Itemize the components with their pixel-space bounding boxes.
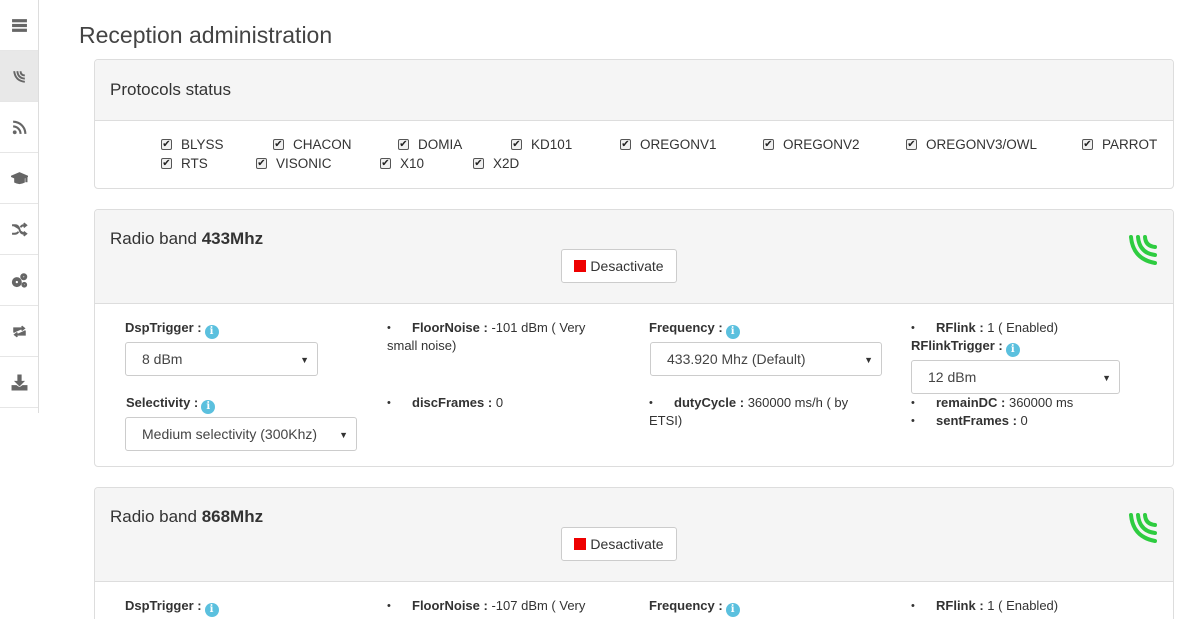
deactivate-433-button[interactable]: Desactivate [561,249,677,283]
info-icon[interactable]: i [201,400,216,414]
check-icon[interactable]: ✔ [161,139,172,150]
frequency-label: Frequency :i [649,320,740,339]
remaindc-item: • remainDC : 360000 ms [911,395,1074,410]
dutycycle-item: • dutyCycle : 360000 ms/h ( by ETSI) [649,395,849,428]
frequency-select[interactable]: 433.920 Mhz (Default) ▼ [650,342,882,376]
protocol-checkbox-rts[interactable]: ✔ RTS [161,156,208,171]
sidebar-item-reception[interactable] [0,51,38,102]
floornoise-item: • FloorNoise : -107 dBm ( Very [387,598,586,613]
radio-band-433-panel: Radio band 433Mhz Desactivate DspTrigger… [94,209,1174,467]
caret-down-icon: ▼ [864,355,873,365]
sidebar-item-retweet[interactable] [0,306,38,357]
check-icon[interactable]: ✔ [380,158,391,169]
sidebar-item-download[interactable] [0,357,38,408]
protocol-checkbox-kd101[interactable]: ✔ KD101 [511,137,572,152]
protocol-checkbox-domia[interactable]: ✔ DOMIA [398,137,462,152]
discframes-item: • discFrames : 0 [387,395,504,410]
page-title: Reception administration [79,22,333,48]
protocols-panel-header: Protocols status [95,60,1173,121]
rflink-item: • RFlink : 1 ( Enabled) [911,320,1059,335]
info-icon[interactable]: i [204,603,219,617]
protocol-checkbox-oregonv3-owl[interactable]: ✔ OREGONV3/OWL [906,137,1037,152]
wireless-icon [12,70,25,83]
wireless-signal-icon [1129,513,1157,543]
protocol-checkbox-x10[interactable]: ✔ X10 [380,156,424,171]
sidebar-item-settings[interactable] [0,255,38,306]
info-icon[interactable]: i [204,325,219,339]
dsptrigger-select[interactable]: 8 dBm ▼ [125,342,318,376]
selectivity-select[interactable]: Medium selectivity (300Khz) ▼ [125,417,357,451]
stop-icon [574,538,587,550]
protocol-checkbox-oregonv1[interactable]: ✔ OREGONV1 [620,137,717,152]
protocol-checkbox-visonic[interactable]: ✔ VISONIC [256,156,332,171]
retweet-icon [12,325,26,337]
protocol-checkbox-parrot[interactable]: ✔ PARROT [1082,137,1157,152]
deactivate-868-button[interactable]: Desactivate [561,527,677,561]
stop-icon [574,260,587,272]
floornoise-item: • FloorNoise : -101 dBm ( Very small noise… [387,320,586,353]
protocols-title: Protocols status [110,80,231,99]
dsptrigger-label: DspTrigger :i [125,320,219,339]
sidebar-item-rss[interactable] [0,102,38,153]
check-icon[interactable]: ✔ [273,139,284,150]
sidebar-item-server[interactable] [0,0,38,51]
graduation-cap-icon [10,171,28,184]
check-icon[interactable]: ✔ [1082,139,1093,150]
check-icon[interactable]: ✔ [256,158,267,169]
caret-down-icon: ▼ [300,355,309,365]
radio-band-868-header: Radio band 868Mhz Desactivate [95,488,1173,582]
selectivity-label: Selectivity :i [126,395,216,414]
caret-down-icon: ▼ [1102,373,1111,383]
radio-band-868-title: Radio band 868Mhz [110,507,264,526]
protocols-panel: Protocols status ✔ BLYSS ✔ CHACON ✔ DOMIA ✔… [94,59,1174,189]
sidebar-item-education[interactable] [0,153,38,204]
frequency-label: Frequency :i [649,598,740,617]
protocol-checkbox-chacon[interactable]: ✔ CHACON [273,137,352,152]
rflink-item: • RFlink : 1 ( Enabled) [911,598,1059,613]
protocol-checkbox-x2d[interactable]: ✔ X2D [473,156,519,171]
radio-band-433-header: Radio band 433Mhz Desactivate [95,210,1173,304]
sentframes-item: • sentFrames : 0 [911,413,1028,428]
info-icon[interactable]: i [1005,343,1020,357]
server-icon [11,18,27,32]
protocol-checkbox-blyss[interactable]: ✔ BLYSS [161,137,224,152]
protocol-checkbox-oregonv2[interactable]: ✔ OREGONV2 [763,137,860,152]
radio-band-433-title: Radio band 433Mhz [110,229,264,248]
rflinktrigger-select[interactable]: 12 dBm ▼ [911,360,1120,394]
check-icon[interactable]: ✔ [398,139,409,150]
sidebar [0,0,39,413]
rflinktrigger-label: RFlinkTrigger :i [911,338,1020,357]
check-icon[interactable]: ✔ [906,139,917,150]
cogs-icon [11,272,27,288]
check-icon[interactable]: ✔ [763,139,774,150]
info-icon[interactable]: i [725,603,740,617]
dsptrigger-label: DspTrigger :i [125,598,219,617]
info-icon[interactable]: i [725,325,740,339]
caret-down-icon: ▼ [339,430,348,440]
wireless-signal-icon [1129,235,1157,265]
rss-icon [12,120,26,134]
radio-band-868-panel: Radio band 868Mhz Desactivate DspTrigger… [94,487,1174,619]
random-icon [11,222,28,236]
check-icon[interactable]: ✔ [511,139,522,150]
sidebar-item-random[interactable] [0,204,38,255]
download-icon [11,374,27,390]
check-icon[interactable]: ✔ [161,158,172,169]
check-icon[interactable]: ✔ [620,139,631,150]
check-icon[interactable]: ✔ [473,158,484,169]
